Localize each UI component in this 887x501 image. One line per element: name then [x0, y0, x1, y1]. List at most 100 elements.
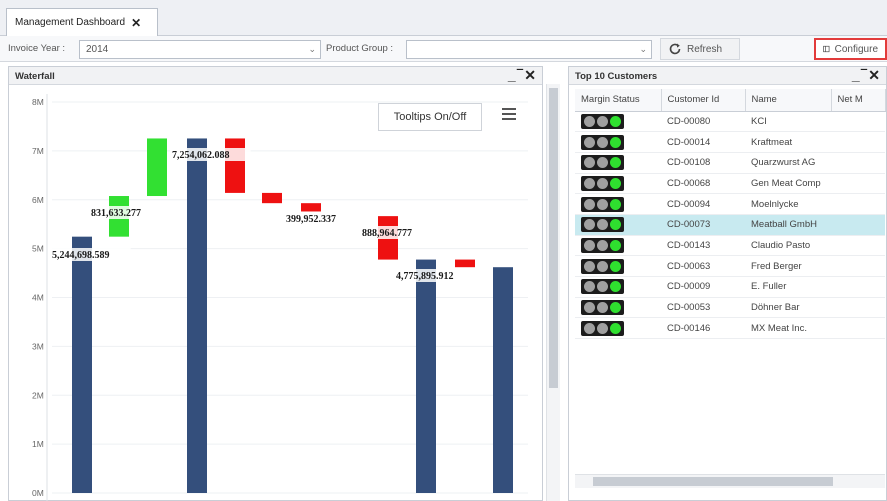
- net-margin-cell: [831, 111, 885, 133]
- y-tick-label: 7M: [32, 146, 44, 156]
- customer-name-cell: Quarzwurst AG: [745, 152, 831, 174]
- top-customers-header: Top 10 Customers _‾✕: [569, 67, 886, 85]
- margin-status-cell: [575, 111, 661, 133]
- net-margin-cell: [831, 317, 885, 340]
- waterfall-decrease-bar: [455, 259, 475, 268]
- customer-id-cell: CD-00014: [661, 131, 745, 153]
- y-tick-label: 1M: [32, 439, 44, 449]
- margin-status-cell: [575, 235, 661, 257]
- traffic-light-icon: [581, 196, 624, 212]
- customer-name-cell: KCI: [745, 111, 831, 133]
- table-header-row: Margin Status Customer Id Name Net M: [575, 89, 886, 112]
- y-tick-label: 2M: [32, 390, 44, 400]
- waterfall-total-bar: [416, 259, 436, 493]
- waterfall-total-bar: [72, 236, 92, 494]
- customer-id-cell: CD-00068: [661, 173, 745, 195]
- customer-name-cell: Claudio Pasto: [745, 235, 831, 257]
- waterfall-total-bar: [187, 138, 207, 494]
- table-row[interactable]: CD-00014 Kraftmeat: [575, 131, 885, 153]
- table-row[interactable]: CD-00108 Quarzwurst AG: [575, 152, 885, 174]
- y-tick-label: 6M: [32, 195, 44, 205]
- traffic-light-icon: [581, 320, 624, 336]
- customer-name-cell: Moelnlycke: [745, 193, 831, 215]
- scrollbar-thumb[interactable]: [593, 477, 833, 486]
- margin-status-cell: [575, 152, 661, 174]
- margin-status-cell: [575, 297, 661, 319]
- table-row[interactable]: CD-00094 Moelnlycke: [575, 193, 885, 215]
- table-row[interactable]: CD-00146 MX Meat Inc.: [575, 317, 885, 340]
- margin-status-cell: [575, 255, 661, 277]
- net-margin-cell: [831, 276, 885, 298]
- data-label: 399,952.337: [286, 214, 336, 225]
- customer-id-cell: CD-00143: [661, 235, 745, 257]
- traffic-light-icon: [581, 300, 624, 316]
- net-margin-cell: [831, 214, 885, 236]
- table-row[interactable]: CD-00143 Claudio Pasto: [575, 235, 885, 257]
- table-row[interactable]: CD-00068 Gen Meat Comp: [575, 173, 885, 195]
- y-tick-label: 0M: [32, 488, 44, 498]
- customer-name-cell: Döhner Bar: [745, 297, 831, 319]
- customer-id-cell: CD-00053: [661, 297, 745, 319]
- net-margin-cell: [831, 235, 885, 257]
- waterfall-total-bar: [493, 267, 513, 493]
- net-margin-cell: [831, 193, 885, 215]
- column-margin-status[interactable]: Margin Status: [575, 89, 662, 112]
- traffic-light-icon: [581, 217, 624, 233]
- customer-id-cell: CD-00009: [661, 276, 745, 298]
- waterfall-decrease-bar: [262, 192, 282, 204]
- data-label: 888,964.777: [362, 228, 412, 239]
- customers-table: Margin Status Customer Id Name Net M CD-…: [575, 89, 886, 340]
- waterfall-scrollbar[interactable]: [546, 84, 560, 501]
- customer-name-cell: Fred Berger: [745, 255, 831, 277]
- hamburger-icon[interactable]: [502, 108, 516, 120]
- column-net-margin[interactable]: Net M: [831, 89, 886, 112]
- margin-status-cell: [575, 276, 661, 298]
- customer-id-cell: CD-00094: [661, 193, 745, 215]
- margin-status-cell: [575, 317, 661, 340]
- waterfall-decrease-bar: [225, 138, 245, 193]
- scrollbar-thumb[interactable]: [549, 88, 558, 388]
- traffic-light-icon: [581, 175, 624, 191]
- traffic-light-icon: [581, 113, 624, 129]
- management-dashboard: Management Dashboard ✕ Invoice Year : 20…: [0, 0, 887, 501]
- y-tick-label: 8M: [32, 97, 44, 107]
- data-label: 5,244,698.589: [52, 250, 110, 261]
- data-label: 4,775,895.912: [396, 271, 454, 282]
- customer-name-cell: MX Meat Inc.: [745, 317, 831, 340]
- customer-id-cell: CD-00063: [661, 255, 745, 277]
- table-row[interactable]: CD-00073 Meatball GmbH: [575, 214, 885, 236]
- panel-window-controls[interactable]: _‾✕: [852, 67, 882, 84]
- customer-id-cell: CD-00146: [661, 317, 745, 340]
- traffic-light-icon: [581, 279, 624, 295]
- margin-status-cell: [575, 193, 661, 215]
- traffic-light-icon: [581, 134, 624, 150]
- net-margin-cell: [831, 152, 885, 174]
- customer-name-cell: Gen Meat Comp: [745, 173, 831, 195]
- net-margin-cell: [831, 297, 885, 319]
- margin-status-cell: [575, 173, 661, 195]
- table-row[interactable]: CD-00053 Döhner Bar: [575, 297, 885, 319]
- tooltips-toggle-button[interactable]: Tooltips On/Off: [378, 103, 482, 131]
- waterfall-increase-bar: [147, 138, 167, 197]
- column-name[interactable]: Name: [745, 89, 832, 112]
- customer-name-cell: Meatball GmbH: [745, 214, 831, 236]
- traffic-light-icon: [581, 155, 624, 171]
- data-label: 831,633.277: [91, 208, 141, 219]
- y-tick-label: 4M: [32, 293, 44, 303]
- customers-horizontal-scrollbar[interactable]: [575, 474, 885, 488]
- margin-status-cell: [575, 131, 661, 153]
- table-row[interactable]: CD-00080 KCI: [575, 111, 885, 133]
- column-customer-id[interactable]: Customer Id: [661, 89, 746, 112]
- customer-id-cell: CD-00108: [661, 152, 745, 174]
- traffic-light-icon: [581, 237, 624, 253]
- y-tick-label: 5M: [32, 244, 44, 254]
- customer-name-cell: E. Fuller: [745, 276, 831, 298]
- net-margin-cell: [831, 173, 885, 195]
- top-customers-title: Top 10 Customers: [575, 71, 658, 82]
- y-tick-label: 3M: [32, 341, 44, 351]
- table-row[interactable]: CD-00009 E. Fuller: [575, 276, 885, 298]
- customer-id-cell: CD-00080: [661, 111, 745, 133]
- customer-name-cell: Kraftmeat: [745, 131, 831, 153]
- net-margin-cell: [831, 255, 885, 277]
- table-row[interactable]: CD-00063 Fred Berger: [575, 255, 885, 277]
